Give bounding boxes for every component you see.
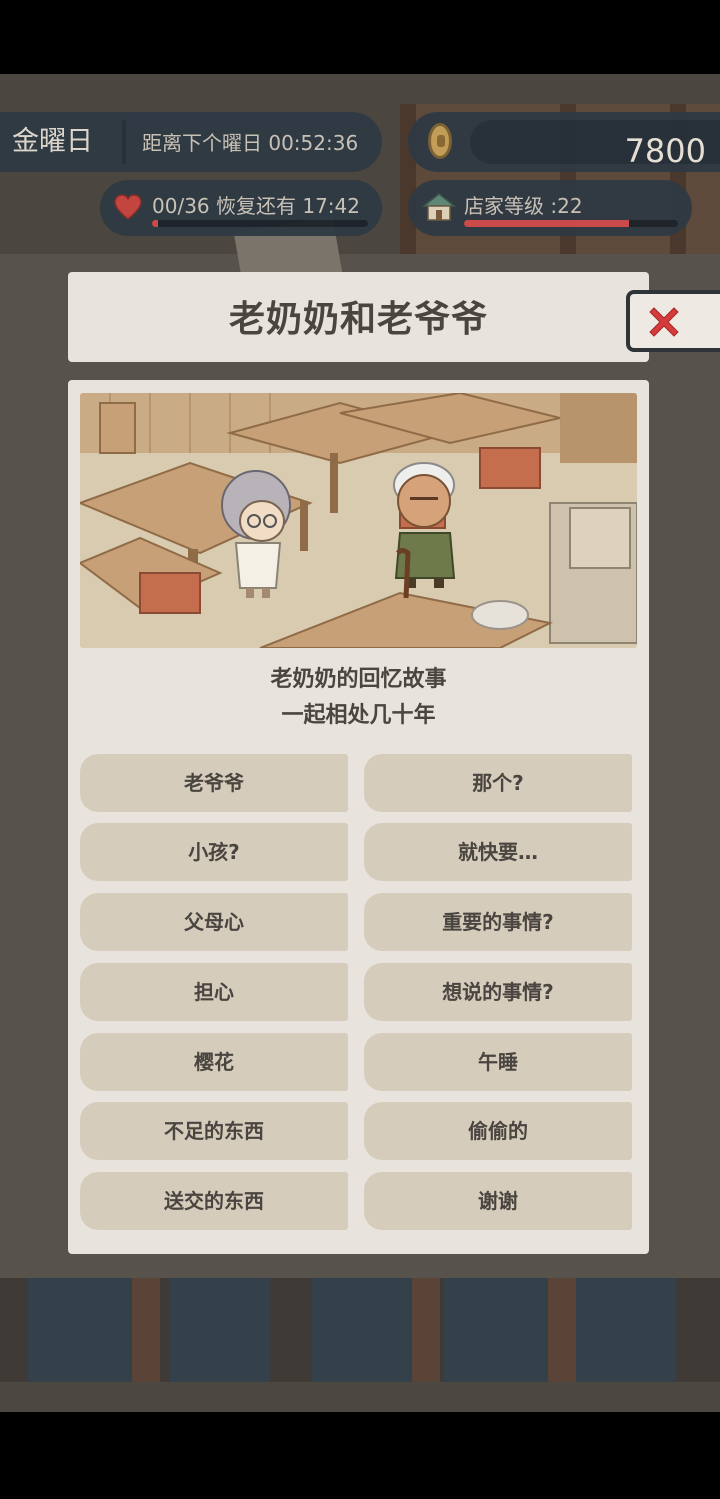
day-divider bbox=[122, 120, 126, 164]
choice-button[interactable]: 谢谢 bbox=[364, 1172, 632, 1230]
choice-button[interactable]: 重要的事情? bbox=[364, 893, 632, 951]
choice-button[interactable]: 小孩? bbox=[80, 823, 348, 881]
day-label: 金曜日 bbox=[12, 126, 93, 157]
choice-button[interactable]: 送交的东西 bbox=[80, 1172, 348, 1230]
story-line-1: 老奶奶的回忆故事 bbox=[270, 667, 447, 692]
restaurant-scene-image bbox=[80, 393, 637, 648]
coin-icon bbox=[428, 123, 452, 159]
coin-value: 7800 bbox=[624, 132, 706, 170]
choice-button[interactable]: 那个? bbox=[364, 754, 632, 812]
shop-level-status: 店家等级 :22 bbox=[408, 180, 692, 236]
choice-button[interactable]: 午睡 bbox=[364, 1033, 632, 1091]
floor-stripe bbox=[444, 1278, 548, 1382]
floor-stripe bbox=[28, 1278, 132, 1382]
coin-counter: 7800 bbox=[408, 112, 720, 172]
day-indicator: 金曜日 距离下个曜日 00:52:36 bbox=[0, 112, 382, 172]
choice-button[interactable]: 不足的东西 bbox=[80, 1102, 348, 1160]
dialog-content-panel: 老奶奶的回忆故事 一起相处几十年 老爷爷 那个? 小孩? 就快要… 父母心 重要… bbox=[68, 380, 649, 1254]
story-illustration bbox=[80, 393, 637, 648]
choice-button[interactable]: 父母心 bbox=[80, 893, 348, 951]
choice-button[interactable]: 老爷爷 bbox=[80, 754, 348, 812]
coin-bar: 7800 bbox=[470, 120, 720, 170]
floor-post bbox=[548, 1278, 576, 1382]
close-x-icon bbox=[649, 307, 679, 337]
shop-level-progress-bar bbox=[464, 220, 678, 227]
choice-button[interactable]: 就快要… bbox=[364, 823, 632, 881]
dialog-title: 老奶奶和老爷爷 bbox=[228, 299, 488, 340]
floor-stripe bbox=[576, 1278, 676, 1382]
close-button[interactable] bbox=[626, 290, 720, 352]
choice-button[interactable]: 担心 bbox=[80, 963, 348, 1021]
shop-interior-bottom bbox=[0, 1278, 720, 1382]
next-day-timer: 距离下个曜日 00:52:36 bbox=[142, 131, 359, 155]
heart-icon bbox=[114, 194, 142, 220]
hearts-progress-bar bbox=[152, 220, 368, 227]
floor-stripe bbox=[312, 1278, 412, 1382]
floor-post bbox=[412, 1278, 440, 1382]
story-line-2: 一起相处几十年 bbox=[281, 703, 436, 728]
choice-button[interactable]: 樱花 bbox=[80, 1033, 348, 1091]
hearts-status: 00/36 恢复还有 17:42 bbox=[100, 180, 382, 236]
floor-post bbox=[132, 1278, 160, 1382]
dialog-title-panel: 老奶奶和老爷爷 bbox=[68, 272, 649, 362]
floor-stripe bbox=[170, 1278, 270, 1382]
choice-button[interactable]: 偷偷的 bbox=[364, 1102, 632, 1160]
hearts-progress-fill bbox=[152, 220, 159, 227]
story-description: 老奶奶的回忆故事 一起相处几十年 bbox=[68, 662, 649, 734]
shop-level-progress-fill bbox=[464, 220, 629, 227]
house-icon bbox=[422, 193, 456, 221]
choice-button[interactable]: 想说的事情? bbox=[364, 963, 632, 1021]
floor-strip bbox=[0, 1382, 720, 1412]
